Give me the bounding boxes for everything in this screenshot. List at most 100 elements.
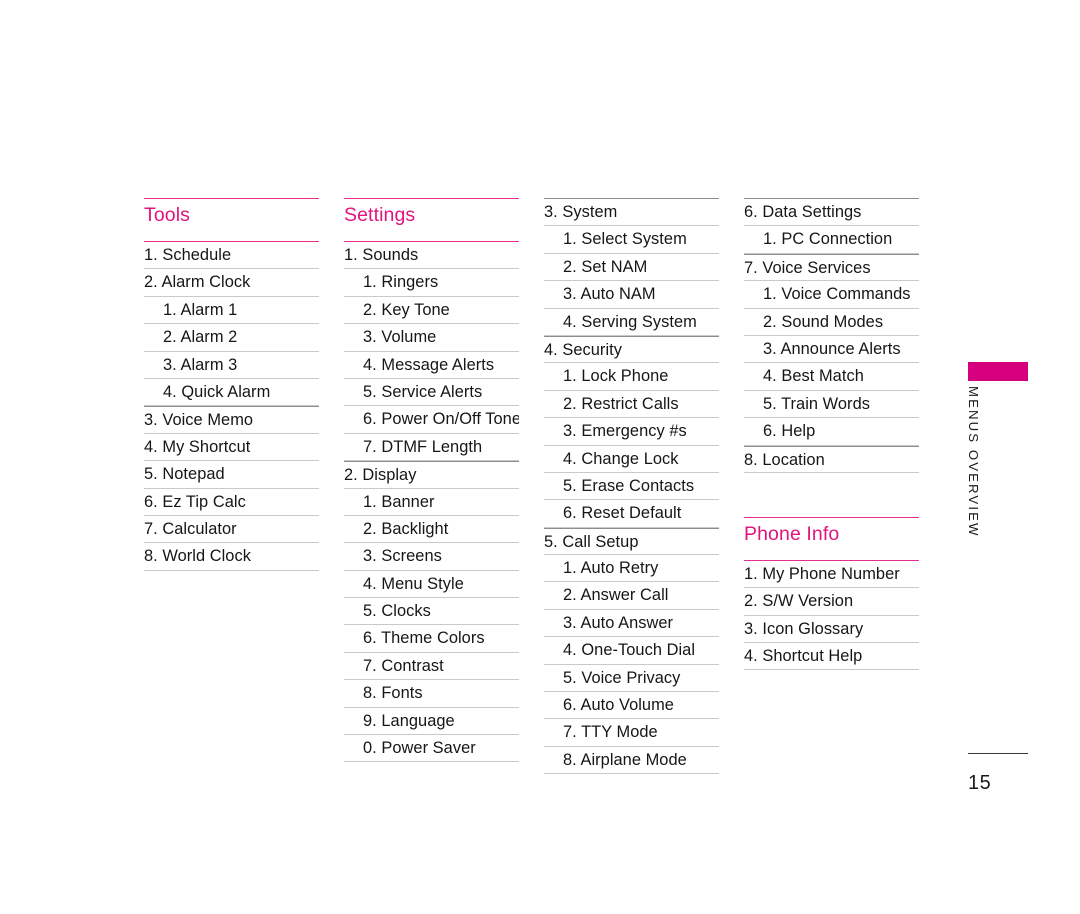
menu-item: 3. Alarm 3	[144, 352, 319, 379]
menu-item: 3. Emergency #s	[544, 418, 719, 446]
menu-column-tools: Tools 1. Schedule 2. Alarm Clock 1. Alarm 1…	[144, 198, 319, 571]
menu-item: 4. One-Touch Dial	[544, 637, 719, 665]
menu-item-label: 3. Auto Answer	[563, 613, 674, 632]
menu-item-label: 5. Call Setup	[544, 532, 639, 551]
menu-item-label: 4. Best Match	[763, 367, 864, 386]
menu-item: 4. Security	[544, 335, 719, 364]
menu-item: 2. Display	[344, 461, 519, 489]
menu-item-label: 6. Ez Tip Calc	[144, 492, 246, 511]
menu-list: 1. Sounds 1. Ringers 2. Key Tone 3. Volume 4…	[344, 242, 519, 763]
menu-item: 3. Announce Alerts	[744, 336, 919, 364]
menu-item: 8. World Clock	[144, 543, 319, 571]
menu-item-label: 8. Location	[744, 450, 825, 469]
menu-item: 3. Screens	[344, 543, 519, 571]
menu-item-label: 3. Icon Glossary	[744, 619, 864, 638]
menu-item: 4. Best Match	[744, 363, 919, 391]
menu-item-label: 1. Sounds	[344, 246, 419, 264]
menu-columns: Tools 1. Schedule 2. Alarm Clock 1. Alarm 1…	[144, 198, 944, 798]
menu-item: 3. Volume	[344, 324, 519, 352]
menu-item: 1. Alarm 1	[144, 297, 319, 325]
menu-item: 6. Data Settings	[744, 199, 919, 227]
menu-item-label: 7. Contrast	[363, 656, 444, 675]
menu-item-label: 7. Voice Services	[744, 258, 871, 277]
menu-item-label: 1. Banner	[363, 492, 435, 511]
menu-item: 4. Serving System	[544, 309, 719, 336]
menu-item: 2. Backlight	[344, 516, 519, 544]
menu-item-label: 6. Power On/Off Tone	[363, 410, 519, 429]
menu-item: 1. Lock Phone	[544, 363, 719, 391]
menu-column-settings: Settings 1. Sounds 1. Ringers 2. Key Tone 3.…	[344, 198, 519, 763]
section-header-phone-info: Phone Info	[744, 516, 919, 561]
menu-item: 1. Ringers	[344, 269, 519, 297]
section-tab-marker	[968, 362, 1028, 381]
menu-list: 1. Schedule 2. Alarm Clock 1. Alarm 1 2. Al…	[144, 242, 319, 571]
menu-item: 6. Reset Default	[544, 500, 719, 528]
menu-item-label: 8. Fonts	[363, 684, 423, 703]
menu-item: 7. TTY Mode	[544, 719, 719, 747]
menu-item-label: 5. Erase Contacts	[563, 476, 695, 495]
menu-item: 1. Sounds	[344, 242, 519, 270]
manual-page: Tools 1. Schedule 2. Alarm Clock 1. Alarm 1…	[0, 0, 1080, 914]
menu-item: 4. Message Alerts	[344, 352, 519, 379]
menu-item-label: 4. Menu Style	[363, 574, 464, 593]
menu-item-label: 2. Restrict Calls	[563, 394, 679, 413]
section-header-title: Tools	[144, 204, 191, 226]
menu-item: 5. Voice Privacy	[544, 665, 719, 693]
section-header-settings: Settings	[344, 198, 519, 242]
menu-item-label: 2. Alarm 2	[163, 328, 238, 347]
menu-list: 6. Data Settings 1. PC Connection 7. Voice…	[744, 199, 919, 473]
menu-item-label: 4. Change Lock	[563, 449, 679, 468]
menu-item-label: 4. My Shortcut	[144, 437, 251, 456]
menu-item-label: 1. Select System	[563, 230, 687, 249]
menu-item: 8. Fonts	[344, 680, 519, 708]
menu-item: 2. S/W Version	[744, 588, 919, 616]
menu-item-label: 6. Help	[763, 422, 816, 441]
menu-item-label: 8. World Clock	[144, 547, 251, 566]
menu-item-label: 3. Emergency #s	[563, 422, 687, 441]
menu-item-label: 2. Alarm Clock	[144, 273, 251, 292]
menu-item: 6. Theme Colors	[344, 625, 519, 653]
menu-item-label: 7. DTMF Length	[363, 437, 483, 456]
section-tab-label: MENUS OVERVIEW	[966, 386, 981, 538]
menu-item-label: 5. Notepad	[144, 465, 225, 484]
menu-item: 7. Calculator	[144, 516, 319, 544]
menu-item: 3. Auto Answer	[544, 610, 719, 638]
menu-item-label: 3. Volume	[363, 328, 437, 347]
menu-item-label: 1. Schedule	[144, 246, 232, 264]
menu-item: 3. Auto NAM	[544, 281, 719, 309]
menu-item: 1. Voice Commands	[744, 281, 919, 309]
menu-item-label: 9. Language	[363, 711, 455, 730]
menu-item-label: 3. Alarm 3	[163, 355, 238, 374]
menu-item-label: 1. My Phone Number	[744, 564, 900, 583]
menu-item: 2. Sound Modes	[744, 309, 919, 336]
menu-list: 3. System 1. Select System 2. Set NAM 3. Au…	[544, 199, 719, 775]
menu-item: 5. Erase Contacts	[544, 473, 719, 501]
menu-item: 2. Set NAM	[544, 254, 719, 282]
menu-item-label: 3. System	[544, 203, 618, 221]
menu-item: 2. Answer Call	[544, 582, 719, 610]
menu-item: 0. Power Saver	[344, 735, 519, 763]
menu-item-label: 2. Backlight	[363, 519, 449, 538]
menu-item-label: 3. Announce Alerts	[763, 339, 901, 358]
menu-list-secondary: 1. My Phone Number 2. S/W Version 3. Icon …	[744, 561, 919, 671]
menu-item-label: 1. Voice Commands	[763, 285, 911, 304]
menu-item-label: 1. Ringers	[363, 273, 439, 292]
menu-item: 5. Clocks	[344, 598, 519, 626]
menu-item-label: 5. Clocks	[363, 602, 431, 621]
menu-item-label: 2. Set NAM	[563, 257, 648, 276]
folio-rule	[968, 753, 1028, 754]
menu-column-settings-phoneinfo: 6. Data Settings 1. PC Connection 7. Voice…	[744, 198, 919, 671]
menu-item-label: 1. PC Connection	[763, 230, 893, 249]
menu-item-label: 7. Calculator	[144, 519, 237, 538]
menu-item-label: 6. Reset Default	[563, 504, 682, 523]
menu-item: 3. Voice Memo	[144, 406, 319, 434]
menu-item-label: 4. Shortcut Help	[744, 647, 863, 666]
menu-item: 5. Call Setup	[544, 527, 719, 556]
menu-item-label: 3. Auto NAM	[563, 285, 656, 304]
menu-item: 4. Shortcut Help	[744, 643, 919, 671]
menu-item: 4. My Shortcut	[144, 434, 319, 462]
menu-item: 2. Alarm Clock	[144, 269, 319, 297]
menu-item-label: 3. Voice Memo	[144, 411, 254, 430]
page-number: 15	[968, 772, 992, 794]
